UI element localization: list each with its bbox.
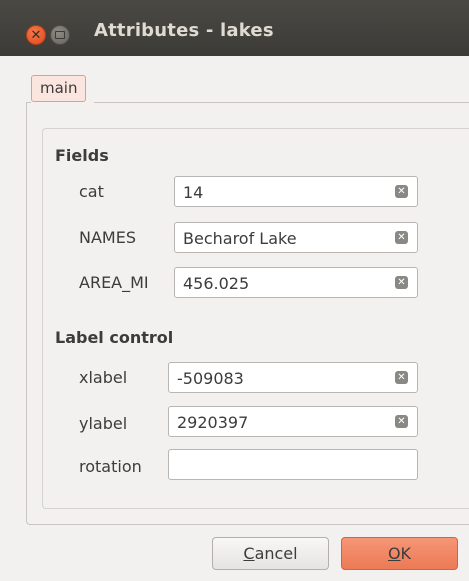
- attributes-dialog: ✕ Attributes - lakes main Fields cat 14 …: [0, 0, 469, 581]
- rotation-input[interactable]: [168, 449, 418, 480]
- clear-icon[interactable]: ✕: [395, 231, 408, 244]
- ok-button[interactable]: OK: [341, 537, 458, 570]
- cancel-label: ancel: [254, 544, 298, 563]
- xlabel-input[interactable]: -509083 ✕: [168, 362, 418, 393]
- xlabel-input-value: -509083: [177, 369, 244, 388]
- ylabel-input-value: 2920397: [177, 413, 249, 432]
- cancel-mnemonic: C: [243, 544, 255, 563]
- ylabel-input[interactable]: 2920397 ✕: [168, 406, 418, 437]
- window-title: Attributes - lakes: [94, 20, 274, 41]
- cancel-button[interactable]: Cancel: [212, 537, 329, 570]
- ok-label: K: [400, 544, 412, 563]
- clear-icon[interactable]: ✕: [395, 371, 408, 384]
- field-label-names: NAMES: [79, 228, 136, 247]
- field-label-xlabel: xlabel: [79, 368, 128, 387]
- field-label-cat: cat: [79, 182, 104, 201]
- cat-input-value: 14: [183, 183, 204, 202]
- label-control-section-title: Label control: [55, 328, 174, 347]
- names-input-value: Becharof Lake: [183, 229, 297, 248]
- minimize-icon[interactable]: [50, 25, 70, 45]
- field-label-rotation: rotation: [79, 457, 142, 476]
- ok-mnemonic: O: [387, 544, 401, 563]
- area-mi-input-value: 456.025: [183, 274, 250, 293]
- tab-main[interactable]: main: [31, 75, 87, 102]
- close-icon[interactable]: ✕: [26, 25, 46, 45]
- field-label-ylabel: ylabel: [79, 414, 128, 433]
- fields-section-title: Fields: [55, 146, 109, 165]
- clear-icon[interactable]: ✕: [395, 185, 408, 198]
- names-input[interactable]: Becharof Lake ✕: [174, 222, 418, 253]
- cat-input[interactable]: 14 ✕: [174, 176, 418, 207]
- clear-icon[interactable]: ✕: [395, 415, 408, 428]
- field-label-area-mi: AREA_MI: [79, 273, 149, 292]
- area-mi-input[interactable]: 456.025 ✕: [174, 267, 418, 298]
- title-bar[interactable]: ✕ Attributes - lakes: [0, 0, 469, 56]
- clear-icon[interactable]: ✕: [395, 276, 408, 289]
